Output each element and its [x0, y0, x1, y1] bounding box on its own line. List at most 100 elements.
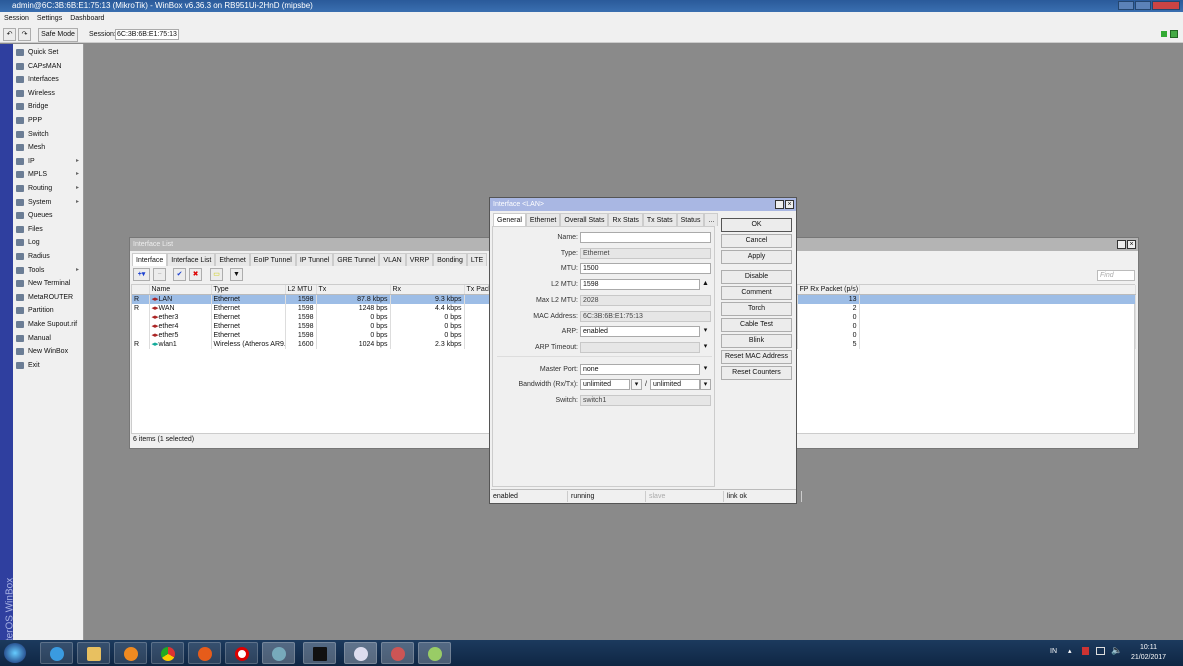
sidebar-item-queues[interactable]: Queues [15, 209, 83, 222]
network-icon[interactable] [1096, 647, 1105, 655]
column-header[interactable]: Name [149, 285, 212, 295]
bandwidth-tx-field[interactable]: unlimited [650, 379, 700, 390]
sidebar-item-system[interactable]: System ▸ [15, 196, 83, 209]
mtu-field[interactable]: 1500 [580, 263, 711, 274]
torch-button[interactable]: Torch [721, 302, 792, 316]
taskbar-paint[interactable] [418, 642, 451, 664]
dialog-tab-0[interactable]: General [493, 213, 526, 226]
sidebar-item-manual[interactable]: Manual [15, 332, 83, 345]
enable-icon[interactable]: ✔ [173, 268, 186, 281]
dropdown-icon[interactable]: ▾ [700, 326, 711, 337]
bandwidth-rx-field[interactable]: unlimited [580, 379, 630, 390]
dialog-tab-1[interactable]: Ethernet [525, 213, 561, 226]
column-header[interactable] [132, 285, 150, 295]
tab-interface[interactable]: Interface [132, 253, 168, 266]
taskbar-explorer[interactable] [77, 642, 110, 664]
action-center-icon[interactable] [1082, 647, 1089, 655]
master_port-field[interactable]: none [580, 364, 700, 375]
dialog-tab-2[interactable]: Overall Stats [560, 213, 609, 226]
maximize-icon[interactable] [775, 200, 784, 209]
clock-time[interactable]: 10:11 [1140, 644, 1157, 651]
column-header[interactable]: FP Rx Packet (p/s) [797, 285, 860, 295]
menu-session[interactable]: Session [4, 15, 29, 22]
column-header[interactable]: Type [211, 285, 286, 295]
sidebar-item-metarouter[interactable]: MetaROUTER [15, 291, 83, 304]
dropdown-icon[interactable]: ▾ [631, 379, 642, 390]
taskbar-media[interactable] [114, 642, 147, 664]
tab-ip-tunnel[interactable]: IP Tunnel [295, 253, 334, 266]
close-icon[interactable]: × [1127, 240, 1136, 249]
sidebar-item-ppp[interactable]: PPP [15, 114, 83, 127]
dropdown-icon[interactable]: ▾ [700, 379, 711, 390]
undo-icon[interactable]: ↶ [3, 28, 16, 41]
sidebar-item-mesh[interactable]: Mesh [15, 141, 83, 154]
column-header[interactable]: Tx [316, 285, 391, 295]
taskbar-network[interactable] [262, 642, 295, 664]
tab-gre-tunnel[interactable]: GRE Tunnel [333, 253, 380, 266]
taskbar-tool[interactable] [381, 642, 414, 664]
dialog-tab-4[interactable]: Tx Stats [642, 213, 677, 226]
dialog-tab-3[interactable]: Rx Stats [608, 213, 643, 226]
dialog-tab-6[interactable]: ... [704, 213, 719, 226]
sidebar-item-switch[interactable]: Switch [15, 128, 83, 141]
start-button[interactable] [4, 643, 26, 663]
tab-bonding[interactable]: Bonding [433, 253, 467, 266]
taskbar-firefox[interactable] [188, 642, 221, 664]
find-input[interactable]: Find [1097, 270, 1135, 281]
sidebar-item-bridge[interactable]: Bridge [15, 100, 83, 113]
apply-button[interactable]: Apply [721, 250, 792, 264]
taskbar-terminal[interactable] [303, 642, 336, 664]
tab-eoip-tunnel[interactable]: EoIP Tunnel [249, 253, 296, 266]
spin-up-icon[interactable]: ▲ [700, 279, 711, 290]
safe-mode-button[interactable]: Safe Mode [38, 28, 78, 42]
close-button[interactable] [1152, 1, 1180, 10]
sidebar-item-log[interactable]: Log [15, 236, 83, 249]
sidebar-item-files[interactable]: Files [15, 223, 83, 236]
remove-icon[interactable]: − [153, 268, 166, 281]
filter-icon[interactable]: ▼ [230, 268, 243, 281]
sidebar-item-ip[interactable]: IP ▸ [15, 155, 83, 168]
dropdown-icon[interactable]: ▾ [700, 364, 711, 375]
l2mtu-field[interactable]: 1598 [580, 279, 700, 290]
sidebar-item-new-winbox[interactable]: New WinBox [15, 345, 83, 358]
disable-button[interactable]: Disable [721, 270, 792, 284]
tab-vrrp[interactable]: VRRP [405, 253, 434, 266]
close-icon[interactable]: × [785, 200, 794, 209]
sidebar-item-new-terminal[interactable]: New Terminal [15, 277, 83, 290]
sidebar-item-capsman[interactable]: CAPsMAN [15, 60, 83, 73]
maximize-button[interactable] [1135, 1, 1151, 10]
minimize-button[interactable] [1118, 1, 1134, 10]
column-header[interactable]: L2 MTU [285, 285, 317, 295]
maximize-icon[interactable] [1117, 240, 1126, 249]
clock-date[interactable]: 21/02/2017 [1131, 654, 1166, 661]
name-field[interactable]: LAN [580, 232, 711, 243]
column-header[interactable]: Rx [390, 285, 465, 295]
sidebar-item-radius[interactable]: Radius [15, 250, 83, 263]
ok-button[interactable]: OK [721, 218, 792, 232]
sidebar-item-wireless[interactable]: Wireless [15, 87, 83, 100]
show-hidden-icon[interactable]: ▴ [1068, 647, 1072, 655]
redo-icon[interactable]: ↷ [18, 28, 31, 41]
tab-interface-list[interactable]: Interface List [167, 253, 216, 266]
taskbar-opera[interactable] [225, 642, 258, 664]
sidebar-item-quick-set[interactable]: Quick Set [15, 46, 83, 59]
tab-ethernet[interactable]: Ethernet [215, 253, 250, 266]
volume-icon[interactable]: 🔈 [1111, 645, 1122, 656]
sidebar-item-partition[interactable]: Partition [15, 304, 83, 317]
disable-icon[interactable]: ✖ [189, 268, 202, 281]
comment-icon[interactable]: ▭ [210, 268, 223, 281]
sidebar-item-interfaces[interactable]: Interfaces [15, 73, 83, 86]
arp-field[interactable]: enabled [580, 326, 700, 337]
reset-mac-address-button[interactable]: Reset MAC Address [721, 350, 792, 364]
taskbar-winbox[interactable] [344, 642, 377, 664]
menu-dashboard[interactable]: Dashboard [70, 15, 104, 22]
menu-settings[interactable]: Settings [37, 15, 62, 22]
tab-lte[interactable]: LTE [466, 253, 488, 266]
sidebar-item-tools[interactable]: Tools ▸ [15, 264, 83, 277]
sidebar-item-make-supout-rif[interactable]: Make Supout.rif [15, 318, 83, 331]
dropdown-icon[interactable]: ▾ [700, 342, 711, 353]
taskbar-chrome[interactable] [151, 642, 184, 664]
taskbar-ie[interactable] [40, 642, 73, 664]
cancel-button[interactable]: Cancel [721, 234, 792, 248]
sidebar-item-mpls[interactable]: MPLS ▸ [15, 168, 83, 181]
